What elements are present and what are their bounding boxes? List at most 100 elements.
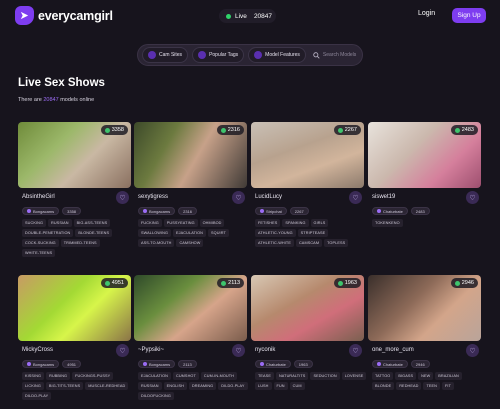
tag-pill[interactable]: DOUBLE-PENETRATION <box>22 229 74 237</box>
tag-pill[interactable]: DILDOFUCKING <box>138 392 174 400</box>
tag-pill[interactable]: CUM-IN-MOUTH <box>200 372 237 380</box>
tag-pill[interactable]: KISSING <box>22 372 45 380</box>
viewers-icon <box>104 280 110 286</box>
tag-pill[interactable]: LICKING <box>22 382 44 390</box>
tag-pill[interactable]: DREAMING <box>188 382 217 390</box>
model-name[interactable]: ~Pypsiki~ <box>138 347 164 353</box>
model-name[interactable]: LucidLucy <box>255 194 282 200</box>
tag-pill[interactable]: ATHLETIC-WHITE <box>255 239 294 247</box>
tag-pill[interactable]: RUBBING <box>46 372 71 380</box>
tag-pill[interactable]: RUSSIAN <box>48 219 72 227</box>
tag-pill[interactable]: ENGLISH <box>163 382 187 390</box>
tag-pill[interactable]: TEEN <box>423 382 441 390</box>
favorite-heart-icon[interactable]: ♡ <box>232 191 245 204</box>
login-link[interactable]: Login <box>418 10 435 17</box>
tag-pill[interactable]: OHMIBOD <box>199 219 225 227</box>
tag-pill[interactable]: STRIPTEASE <box>297 229 329 237</box>
site-logo[interactable]: everycamgirl <box>15 6 113 25</box>
tag-pill[interactable]: BIG-TITS-TEENS <box>45 382 84 390</box>
tag-pill[interactable]: FUN <box>273 382 288 390</box>
tag-pill[interactable]: LUSH <box>255 382 272 390</box>
tag-pill[interactable]: SEDUCTION <box>310 372 340 380</box>
tag-pill[interactable]: SWALLOWING <box>138 229 172 237</box>
logo-text: everycamgirl <box>38 8 113 23</box>
tag-pill[interactable]: SUCKING <box>22 219 46 227</box>
favorite-heart-icon[interactable]: ♡ <box>466 344 479 357</box>
tag-pill[interactable]: COCK-SUCKING <box>22 239 59 247</box>
model-card[interactable]: 2267 LucidLucy ♡ Stripchat 2267 FETISHES… <box>251 122 364 272</box>
model-meta: Bongacams 3358 <box>22 207 82 215</box>
model-thumbnail[interactable]: 3358 <box>18 122 131 188</box>
favorite-heart-icon[interactable]: ♡ <box>232 344 245 357</box>
popular-tags-filter[interactable]: Popular Tags <box>192 47 245 63</box>
tag-pill[interactable]: MUSCLE-REDHEAD <box>85 382 129 390</box>
model-thumbnail[interactable]: 2316 <box>134 122 247 188</box>
tag-pill[interactable]: FUCKING <box>138 219 162 227</box>
tag-pill[interactable]: GIRLS <box>310 219 329 227</box>
tag-pill[interactable]: ASS-TO-MOUTH <box>138 239 175 247</box>
signup-button[interactable]: Sign Up <box>452 8 486 23</box>
tag-pill[interactable]: CUM <box>289 382 305 390</box>
tag-pill[interactable]: LOVENSE <box>341 372 367 380</box>
model-thumbnail[interactable]: 2113 <box>134 275 247 341</box>
model-thumbnail[interactable]: 2267 <box>251 122 364 188</box>
model-name[interactable]: AbsintheGirl <box>22 194 55 200</box>
favorite-heart-icon[interactable]: ♡ <box>116 344 129 357</box>
tag-pill[interactable]: DILDO-PLAY <box>218 382 248 390</box>
model-thumbnail[interactable]: 1963 <box>251 275 364 341</box>
model-card[interactable]: 2483 siswet19 ♡ Chaturbate 2483 TOKENKEN… <box>368 122 481 272</box>
tag-pill[interactable]: BLONDE-TEENS <box>75 229 113 237</box>
favorite-heart-icon[interactable]: ♡ <box>349 344 362 357</box>
tag-pill[interactable]: CUMSHOT <box>172 372 199 380</box>
model-thumbnail[interactable]: 4951 <box>18 275 131 341</box>
model-thumbnail[interactable]: 2483 <box>368 122 481 188</box>
tag-pill[interactable]: TOKENKENO <box>372 219 403 227</box>
model-card[interactable]: 1963 nyconik ♡ Chaturbate 1963 TEASE NATU… <box>251 275 367 409</box>
model-name[interactable]: siswet19 <box>372 194 395 200</box>
features-icon <box>254 51 263 59</box>
model-card[interactable]: 2946 one_more_cum ♡ Chaturbate 2946 TATT… <box>368 275 481 409</box>
model-card[interactable]: 2316 sexytigress ♡ Bongacams 2316 FUCKIN… <box>134 122 247 272</box>
tag-pill[interactable]: TATTOO <box>372 372 394 380</box>
tag-pill[interactable]: DILDO-PLAY <box>22 392 52 400</box>
tag-pill[interactable]: CAMSHOW <box>176 239 204 247</box>
favorite-heart-icon[interactable]: ♡ <box>116 191 129 204</box>
tag-pill[interactable]: EJACULATION <box>173 229 207 237</box>
tag-pill[interactable]: FETISHES <box>255 219 281 227</box>
tag-pill[interactable]: BIGASS <box>395 372 417 380</box>
tag-pill[interactable]: EJACULATION <box>138 372 171 380</box>
model-card[interactable]: 2113 ~Pypsiki~ ♡ Bongacams 2113 EJACULAT… <box>134 275 248 409</box>
tag-pill[interactable]: TEASE <box>255 372 274 380</box>
cam-sites-filter[interactable]: Cam Sites <box>142 47 189 63</box>
site-badge: Bongacams <box>138 207 176 215</box>
tag-pill[interactable]: ATHLETIC-YOUNG <box>255 229 296 237</box>
tag-pill[interactable]: RUSSIAN <box>138 382 162 390</box>
site-icon <box>377 362 381 366</box>
tag-pill[interactable]: BIG-ASS-TEENS <box>73 219 111 227</box>
tag-pill[interactable]: BRAZILIAN <box>435 372 462 380</box>
tag-pill[interactable]: NATURALTITS <box>275 372 309 380</box>
tag-pill[interactable]: FIT <box>442 382 455 390</box>
tag-pill[interactable]: TRIMMED-TEENS <box>60 239 100 247</box>
tag-pill[interactable]: SPANKING <box>282 219 309 227</box>
model-card[interactable]: 3358 AbsintheGirl ♡ Bongacams 3358 SUCKI… <box>18 122 131 272</box>
tag-pill[interactable]: REDHEAD <box>396 382 422 390</box>
model-name[interactable]: MickyCross <box>22 347 53 353</box>
favorite-heart-icon[interactable]: ♡ <box>466 191 479 204</box>
model-name[interactable]: sexytigress <box>138 194 168 200</box>
tag-pill[interactable]: TOPLESS <box>324 239 349 247</box>
model-thumbnail[interactable]: 2946 <box>368 275 481 341</box>
model-card[interactable]: 4951 MickyCross ♡ Bongacams 4951 KISSING… <box>18 275 131 409</box>
tag-pill[interactable]: FUCKINGS-PUSSY <box>72 372 114 380</box>
model-name[interactable]: one_more_cum <box>372 347 414 353</box>
tag-pill[interactable]: PUSSYEATING <box>163 219 198 227</box>
model-name[interactable]: nyconik <box>255 347 275 353</box>
tag-pill[interactable]: CAMSCAM <box>295 239 323 247</box>
tag-pill[interactable]: NEW <box>418 372 434 380</box>
favorite-heart-icon[interactable]: ♡ <box>349 191 362 204</box>
tag-pill[interactable]: BLONDE <box>372 382 395 390</box>
search-input[interactable]: Search Models <box>310 47 358 63</box>
tag-pill[interactable]: SQUIRT <box>208 229 229 237</box>
model-features-filter[interactable]: Model Features <box>248 47 306 63</box>
tag-pill[interactable]: WHITE-TEENS <box>22 249 56 257</box>
